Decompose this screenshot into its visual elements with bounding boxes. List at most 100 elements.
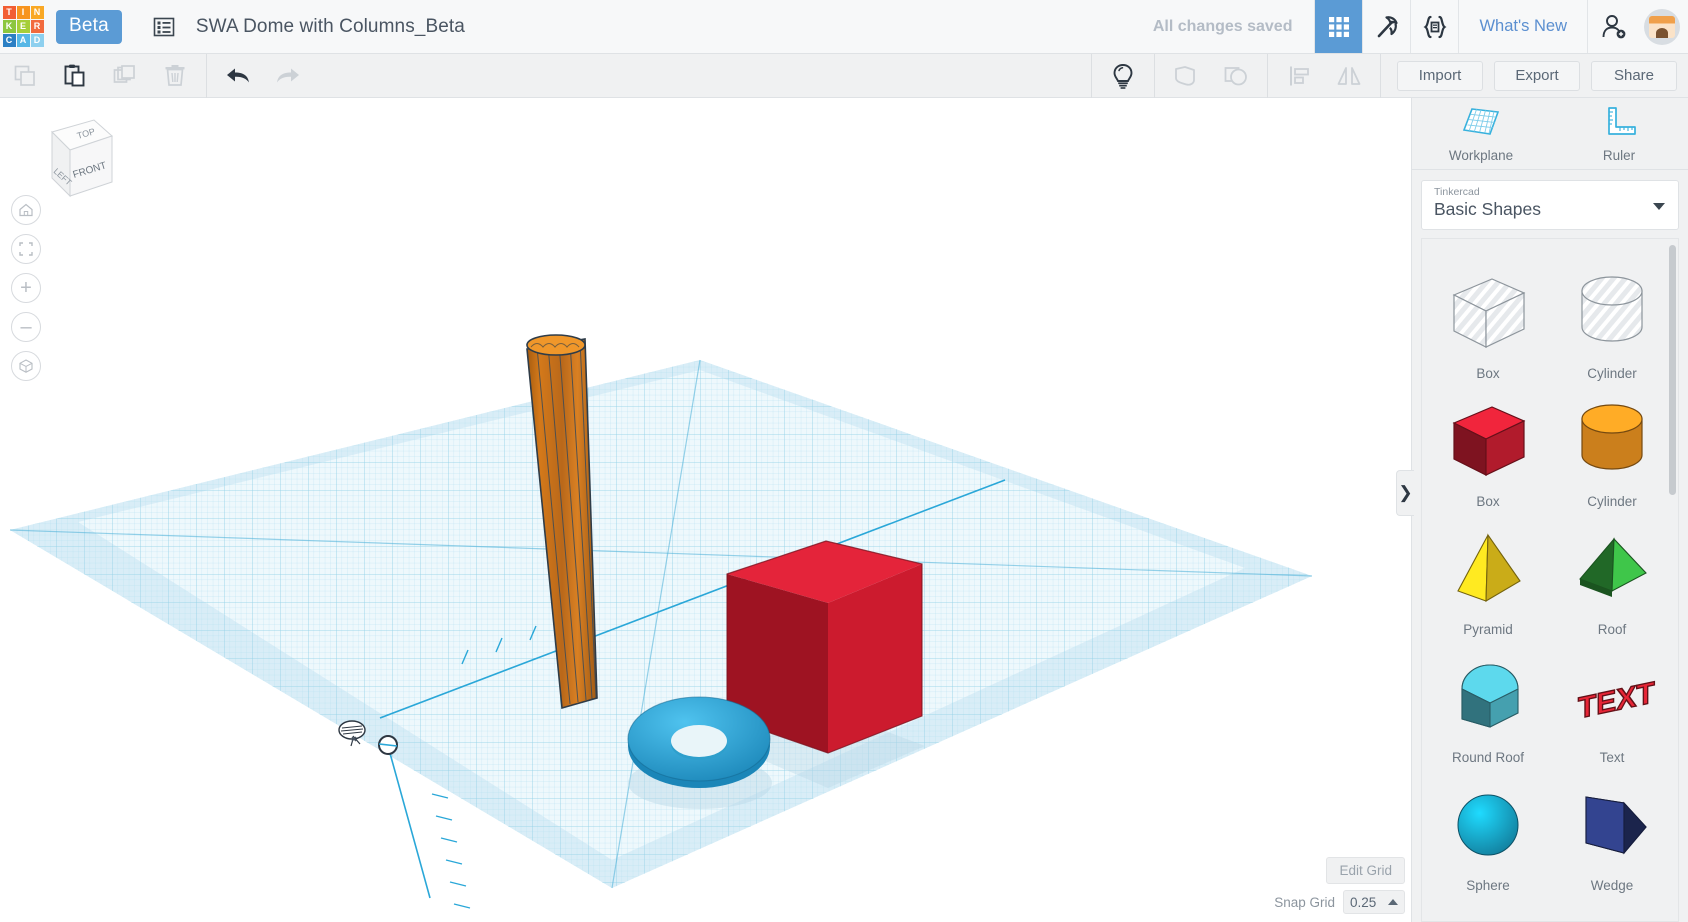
logo-cell-e: E [16, 20, 30, 33]
snap-grid-label: Snap Grid [1274, 894, 1335, 910]
tinkercad-logo[interactable]: TIN KER CAD [2, 0, 44, 54]
blue-torus[interactable] [627, 696, 771, 788]
import-button[interactable]: Import [1397, 60, 1483, 91]
export-button[interactable]: Export [1494, 60, 1580, 91]
shape-text[interactable]: TEXT Text [1550, 637, 1674, 765]
logo-cell-i: I [16, 6, 30, 19]
user-avatar[interactable] [1644, 8, 1680, 45]
code-blocks-icon[interactable] [1410, 0, 1458, 53]
align-icon[interactable] [1274, 54, 1324, 98]
workplane-tool[interactable]: Workplane [1412, 98, 1550, 169]
delete-icon[interactable] [150, 54, 200, 98]
sidebar-tools: Workplane Ruler [1412, 98, 1688, 170]
add-person-icon[interactable] [1592, 13, 1636, 41]
tinkercad-app: TIN KER CAD Beta SWA Dome with Columns_Bet… [0, 0, 1688, 922]
logo-cell-t: T [2, 6, 16, 19]
redo-icon[interactable] [263, 54, 313, 98]
copy-icon[interactable] [0, 54, 50, 98]
view-cube[interactable]: TOP LEFT FRONT [22, 110, 118, 206]
shape-box-hole-label: Box [1476, 366, 1500, 381]
workplane[interactable] [9, 359, 1313, 909]
tinkercad-logo-grid: TIN KER CAD [2, 6, 44, 47]
duplicate-icon[interactable] [100, 54, 150, 98]
list-icon[interactable] [150, 13, 178, 41]
undo-icon[interactable] [213, 54, 263, 98]
shape-pyramid[interactable]: Pyramid [1426, 509, 1550, 637]
workplane-scene [9, 334, 1313, 909]
shape-cylinder-hole-label: Cylinder [1587, 366, 1637, 381]
shape-wedge-thumbnail [1566, 781, 1658, 872]
logo-cell-a: A [16, 34, 30, 47]
shapes-grid: Box Cylinder Box Cylinder Pyramid Roof R… [1422, 239, 1678, 903]
zoom-in-button[interactable]: + [11, 273, 41, 303]
shape-wedge[interactable]: Wedge [1550, 765, 1674, 893]
shape-sphere[interactable]: Sphere [1426, 765, 1550, 893]
workplane-tool-label: Workplane [1448, 147, 1514, 163]
paste-icon[interactable] [50, 54, 100, 98]
home-view-button[interactable] [11, 195, 41, 225]
caret-up-icon [1388, 899, 1398, 905]
library-owner-label: Tinkercad [1434, 186, 1480, 198]
shape-round-roof[interactable]: Round Roof [1426, 637, 1550, 765]
perspective-toggle-button[interactable] [11, 351, 41, 381]
library-collection-label: Basic Shapes [1434, 199, 1542, 219]
avatar-image [1649, 15, 1675, 38]
fit-to-view-button[interactable] [11, 234, 41, 264]
zoom-out-button[interactable]: – [11, 312, 41, 342]
ungroup-icon[interactable] [1211, 54, 1261, 98]
logo-cell-n: N [30, 6, 44, 19]
lightbulb-icon[interactable] [1098, 54, 1148, 98]
shape-cylinder-label: Cylinder [1587, 494, 1637, 509]
toolbar-divider-2 [1091, 53, 1092, 98]
shape-box-label: Box [1476, 494, 1500, 509]
page-title[interactable]: SWA Dome with Columns_Beta [196, 16, 465, 38]
beta-badge[interactable]: Beta [56, 9, 122, 44]
pickaxe-icon[interactable] [1362, 0, 1410, 53]
app-header: TIN KER CAD Beta SWA Dome with Columns_Bet… [0, 0, 1688, 54]
panel-collapse-toggle[interactable]: ❯ [1396, 470, 1414, 516]
shape-roof[interactable]: Roof [1550, 509, 1674, 637]
shape-round-roof-thumbnail [1442, 653, 1534, 744]
toolbar-divider-4 [1267, 53, 1268, 98]
header-right-group: All changes saved What's New [1131, 0, 1688, 53]
shape-cylinder-thumbnail [1566, 397, 1658, 488]
save-status: All changes saved [1152, 17, 1293, 35]
blocks-grid-icon[interactable] [1314, 0, 1363, 53]
ruler-tool[interactable]: Ruler [1550, 98, 1688, 169]
shape-cylinder-hole-thumbnail [1566, 269, 1658, 360]
edit-grid-button[interactable]: Edit Grid [1326, 857, 1405, 884]
mirror-icon[interactable] [1324, 54, 1374, 98]
shape-box-hole-thumbnail [1442, 269, 1534, 360]
shape-box[interactable]: Box [1426, 381, 1550, 509]
group-icon[interactable] [1161, 54, 1211, 98]
whats-new-link[interactable]: What's New [1458, 0, 1587, 53]
shape-roof-label: Roof [1597, 622, 1627, 637]
ruler-tool-label: Ruler [1602, 147, 1636, 163]
share-button[interactable]: Share [1591, 60, 1677, 91]
shape-box-hole[interactable]: Box [1426, 253, 1550, 381]
shape-cylinder[interactable]: Cylinder [1550, 381, 1674, 509]
grid-controls: Edit Grid Snap Grid 0.25 [1274, 857, 1405, 914]
workplane-icon [1460, 105, 1502, 144]
account-group [1587, 0, 1688, 53]
shape-roof-thumbnail [1566, 525, 1658, 616]
shape-pyramid-thumbnail [1442, 525, 1534, 616]
shape-sphere-thumbnail [1442, 781, 1534, 872]
shapes-sidebar: ❯ Workplane Ruler Tinkercad Basic Shapes… [1396, 98, 1688, 922]
shape-round-roof-label: Round Roof [1451, 750, 1525, 765]
toolbar-divider [206, 53, 207, 98]
shape-sphere-label: Sphere [1466, 878, 1510, 893]
shape-pyramid-label: Pyramid [1463, 622, 1513, 637]
snap-grid-select[interactable]: 0.25 [1343, 890, 1405, 914]
shape-text-label: Text [1599, 750, 1625, 765]
editor-canvas[interactable]: TOP LEFT FRONT + – Edit Grid Snap Grid 0… [0, 98, 1411, 922]
svg-text:TEXT: TEXT [1578, 676, 1655, 725]
shape-library-dropdown[interactable]: Tinkercad Basic Shapes [1421, 180, 1679, 230]
shapes-scrollbar[interactable] [1669, 245, 1676, 495]
header-left-group: TIN KER CAD Beta SWA Dome with Columns_Bet… [0, 0, 465, 53]
shape-cylinder-hole[interactable]: Cylinder [1550, 253, 1674, 381]
toolbar-divider-5 [1380, 53, 1381, 98]
snap-grid-row: Snap Grid 0.25 [1274, 890, 1405, 914]
ruler-icon [1598, 105, 1640, 144]
edit-toolbar: Import Export Share [0, 53, 1688, 98]
